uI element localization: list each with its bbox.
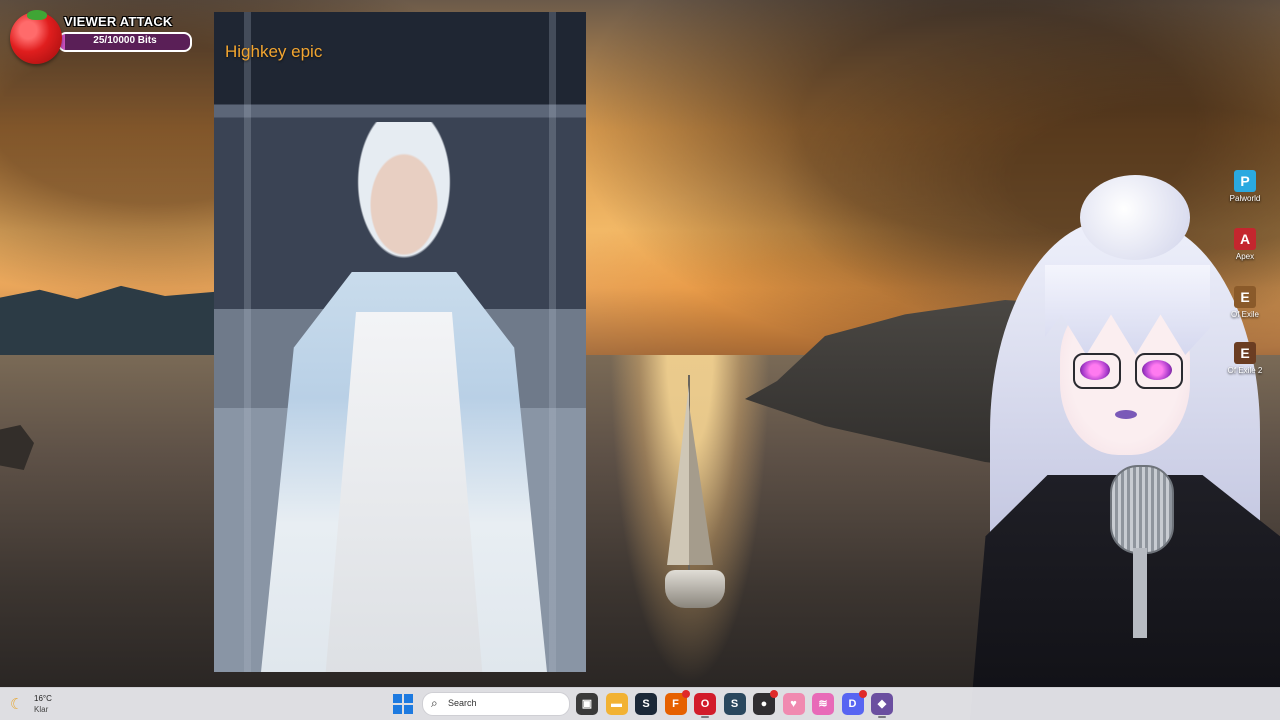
taskbar-search[interactable]: ⌕ Search	[422, 692, 570, 716]
microphone-stand	[1133, 548, 1147, 638]
palworld-icon: P	[1234, 170, 1256, 192]
file-explorer-icon[interactable]: ▬	[605, 693, 628, 715]
avatar-lips	[1115, 410, 1137, 419]
woman-portrait	[349, 122, 459, 272]
tomato-icon	[10, 10, 62, 64]
desktop-icon-palworld[interactable]: P Palworld	[1222, 170, 1268, 203]
desktop-icon-label: Of Exile	[1230, 310, 1259, 319]
desktop-icon-path-of-exile[interactable]: E Of Exile	[1222, 286, 1268, 319]
sailboat	[655, 375, 735, 620]
firefox-icon[interactable]: F	[664, 690, 690, 715]
microphone-icon	[1110, 465, 1174, 554]
weather-condition: Klar	[34, 705, 49, 714]
vtuber-app-icon[interactable]: ◆	[871, 693, 893, 718]
notification-badge	[681, 690, 690, 698]
image-caption: Highkey epic	[225, 42, 323, 61]
bits-progress-text: 25/10000 Bits	[93, 35, 157, 46]
steam-icon-2[interactable]: S	[723, 693, 746, 715]
bits-progress-bar: 25/10000 Bits	[58, 32, 192, 52]
desktop-icon-apex[interactable]: A Apex	[1222, 228, 1268, 261]
moon-icon: ☾	[10, 696, 24, 713]
notification-badge	[770, 690, 778, 698]
notification-badge	[858, 690, 867, 698]
desktop-icon-label: Of Exile 2	[1227, 366, 1263, 375]
search-icon: ⌕	[431, 696, 438, 710]
heart-app-icon[interactable]: ♥	[782, 693, 805, 715]
glasses-left-lens	[1073, 353, 1121, 389]
search-placeholder: Search	[448, 698, 477, 708]
steam-icon[interactable]: S	[635, 693, 657, 715]
task-view-icon[interactable]: ▣	[576, 693, 598, 715]
stream-app-icon[interactable]: ≋	[812, 693, 834, 715]
path-of-exile-2-icon: E	[1234, 342, 1256, 364]
discord-icon[interactable]: D	[841, 690, 867, 715]
taskbar: ☾ 16°C Klar ⌕ Search ▣ ▬ S F O S ● ♥ ≋ D ◆	[0, 687, 1280, 720]
glasses-right-lens	[1135, 353, 1183, 389]
apex-icon: A	[1234, 228, 1256, 250]
desktop-icon-path-of-exile-2[interactable]: E Of Exile 2	[1222, 342, 1268, 375]
obs-icon[interactable]: ●	[753, 690, 778, 715]
avatar-hair-bun	[1080, 175, 1190, 260]
viewer-attack-title: VIEWER ATTACK	[64, 14, 173, 29]
image-viewer-window[interactable]: Highkey epic	[214, 12, 586, 672]
start-button[interactable]	[392, 693, 414, 715]
desktop-icon-label: Palworld	[1229, 194, 1261, 203]
desktop-icon-label: Apex	[1235, 252, 1255, 261]
viewer-attack-widget: VIEWER ATTACK 25/10000 Bits	[8, 10, 192, 64]
path-of-exile-icon: E	[1234, 286, 1256, 308]
weather-temperature: 16°C	[34, 694, 52, 703]
opera-icon[interactable]: O	[694, 693, 716, 718]
